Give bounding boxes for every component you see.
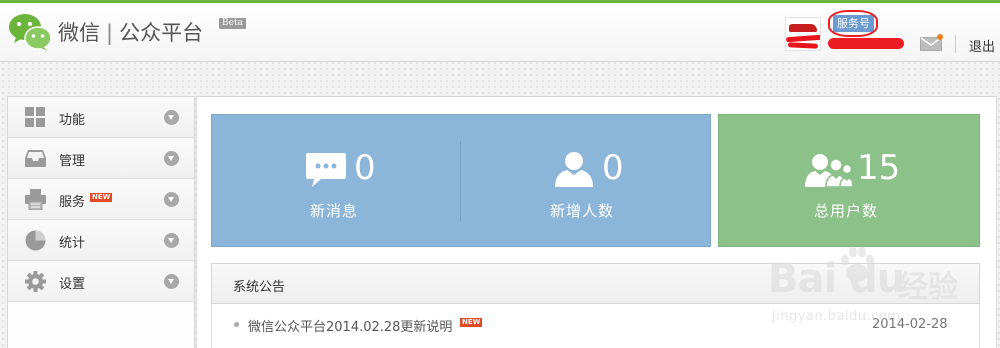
paw-icon: [841, 246, 874, 282]
new-messages-label: 新消息: [310, 202, 359, 220]
users-group-icon: [805, 154, 853, 187]
new-users-label: 新增人数: [550, 202, 615, 220]
sidebar-item-management[interactable]: 管理: [8, 138, 194, 179]
bullet-icon: [234, 322, 239, 327]
chat-bubble-icon: [306, 153, 346, 187]
printer-icon: [25, 189, 46, 210]
gear-icon: [25, 271, 46, 292]
new-badge: NEW: [460, 318, 483, 327]
brand-title[interactable]: 微信 | 公众平台: [58, 17, 203, 47]
baidu-jingyan-watermark: Bai du 经验 jingyan.baidu.com: [760, 240, 990, 340]
chevron-down-icon[interactable]: [164, 192, 179, 207]
beta-badge: Beta: [219, 18, 246, 29]
sidebar-item-label: 统计: [59, 236, 86, 251]
redaction-scribble: [787, 42, 819, 49]
new-messages-count: 0: [354, 148, 376, 188]
sidebar-item-label: 设置: [59, 277, 86, 292]
avatar[interactable]: [785, 17, 821, 51]
chevron-down-icon[interactable]: [164, 151, 179, 166]
platform-name: 公众平台: [119, 21, 204, 45]
brand-name: 微信: [58, 21, 100, 45]
notice-link[interactable]: 微信公众平台2014.02.28更新说明: [248, 316, 452, 335]
sidebar-item-label: 服务: [59, 195, 86, 210]
total-users-label: 总用户数: [814, 202, 879, 220]
total-users-count: 15: [857, 148, 901, 188]
account-name-redacted: [828, 38, 904, 49]
inbox-icon: [25, 150, 46, 167]
redaction-scribble: [786, 34, 820, 43]
sidebar-item-settings[interactable]: 设置: [8, 261, 194, 302]
notice-title: 系统公告: [233, 280, 286, 295]
logout-link[interactable]: 退出: [969, 36, 995, 55]
stats-card-total-users[interactable]: 15 总用户数: [718, 114, 980, 247]
brand-separator: |: [106, 21, 114, 45]
watermark-url: jingyan.baidu.com: [772, 309, 901, 324]
chevron-down-icon[interactable]: [164, 274, 179, 289]
sidebar-item-features[interactable]: 功能: [8, 97, 194, 138]
header-divider: [955, 35, 956, 53]
avatar-image: [789, 24, 817, 32]
grid-icon: [25, 107, 45, 127]
new-users-count: 0: [602, 148, 624, 188]
sidebar-item-label: 功能: [59, 113, 86, 128]
new-badge: NEW: [90, 193, 113, 202]
wechat-logo-icon[interactable]: [8, 12, 52, 52]
sidebar-item-label: 管理: [59, 154, 86, 169]
header: 微信 | 公众平台 Beta 服务号 退出: [0, 3, 1000, 62]
annotation-circle: [828, 10, 878, 37]
stats-card-messages-users: 0 新消息 0 新增人数: [211, 114, 711, 247]
watermark-cn-text: 经验: [898, 270, 958, 305]
notification-dot: [937, 34, 943, 40]
sidebar-item-services[interactable]: 服务 NEW: [8, 179, 194, 220]
chevron-down-icon[interactable]: [164, 110, 179, 125]
sidebar: 功能 管理 服务 NEW 统计 设置: [7, 96, 195, 348]
pie-chart-icon: [25, 230, 46, 251]
user-icon: [555, 152, 593, 187]
stat-divider: [460, 141, 461, 221]
chevron-down-icon[interactable]: [164, 233, 179, 248]
sidebar-item-statistics[interactable]: 统计: [8, 220, 194, 261]
